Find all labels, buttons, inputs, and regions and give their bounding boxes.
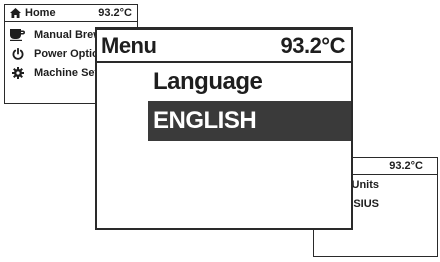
- home-header: Home 93.2°C: [5, 5, 137, 22]
- menu-header: Menu 93.2°C: [97, 30, 351, 63]
- temp-units-temperature: 93.2°C: [389, 160, 423, 172]
- menu-title: Menu: [101, 32, 157, 58]
- language-option-selected[interactable]: ENGLISH: [148, 101, 351, 141]
- home-title-label: Home: [25, 7, 56, 19]
- menu-temperature: 93.2°C: [280, 32, 345, 58]
- coffee-cup-icon: [10, 28, 26, 41]
- home-item-label: Manual Brew: [34, 28, 102, 41]
- home-temperature: 93.2°C: [98, 7, 132, 19]
- home-title: Home: [10, 7, 56, 19]
- power-icon: [10, 47, 26, 60]
- menu-screen: Menu 93.2°C Language ENGLISH: [95, 27, 353, 230]
- language-label: Language: [153, 68, 263, 95]
- gear-icon: [10, 66, 26, 79]
- house-icon: [10, 8, 21, 18]
- language-option-label: ENGLISH: [153, 107, 257, 134]
